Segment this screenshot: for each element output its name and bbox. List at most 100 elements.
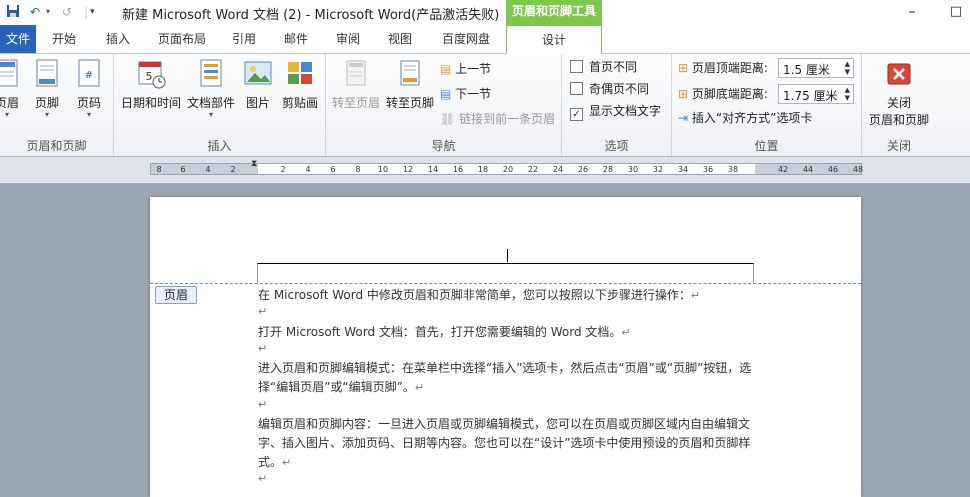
tab-design[interactable]: 设计 — [506, 25, 602, 54]
ruler-tick-label: 4 — [305, 165, 311, 174]
indent-marker-icon[interactable]: ⧗ — [251, 159, 257, 169]
save-icon[interactable] — [6, 4, 20, 20]
goto-footer-button[interactable]: 转至页脚 — [384, 58, 436, 111]
tab-home[interactable]: 开始 — [44, 25, 84, 53]
header-from-top-spinner[interactable]: 1.5 厘米 ▲ ▼ — [778, 58, 854, 78]
tab-file[interactable]: 文件 — [0, 25, 36, 53]
paragraph-2[interactable]: 打开 Microsoft Word 文档：首先，打开您需要编辑的 Word 文档… — [258, 323, 763, 342]
ruler-tick-label: 36 — [702, 165, 714, 174]
show-document-text-checkbox[interactable]: ✓ 显示文档文字 — [570, 102, 661, 121]
tab-baidu-netdisk[interactable]: 百度网盘 — [434, 25, 498, 53]
link-to-previous-button[interactable]: ⛓ 链接到前一条页眉 — [440, 110, 555, 128]
previous-section-button[interactable]: ▤ 上一节 — [440, 60, 491, 78]
ruler-tick-label: 6 — [180, 165, 186, 174]
page-number-button[interactable]: # 页码 ▾ — [74, 58, 104, 119]
header-icon — [0, 58, 22, 90]
group-label: 位置 — [754, 139, 779, 153]
ruler-tick-label: 34 — [677, 165, 689, 174]
header-button[interactable]: 页眉 ▾ — [0, 58, 22, 119]
calendar-clock-icon: 5 — [136, 58, 166, 90]
ruler-tick-label: 44 — [802, 165, 814, 174]
group-position: ⊞ 页眉顶端距离: 1.5 厘米 ▲ ▼ ⊞ 页脚底端距离: 1.75 厘米 ▲… — [672, 54, 862, 156]
insert-alignment-tab-button[interactable]: ⇥ 插入“对齐方式”选项卡 — [678, 109, 812, 127]
undo-icon[interactable]: ↶ — [30, 4, 40, 20]
title-bar: ↶ ▾ ↺ | ▾ 新建 Microsoft Word 文档 (2) - Mic… — [0, 0, 970, 25]
spin-up-icon[interactable]: ▲ — [845, 86, 850, 94]
customize-qat-icon[interactable]: ▾ — [90, 4, 95, 20]
ruler-tick-label: 22 — [527, 165, 539, 174]
different-odd-even-checkbox[interactable]: 奇偶页不同 — [570, 80, 649, 98]
redo-icon[interactable]: ↺ — [62, 4, 72, 20]
window-title: 新建 Microsoft Word 文档 (2) - Microsoft Wor… — [122, 8, 500, 23]
checkbox-unchecked-icon — [570, 60, 583, 73]
tab-view[interactable]: 视图 — [382, 25, 418, 53]
spin-down-icon[interactable]: ▼ — [845, 68, 850, 76]
tab-references[interactable]: 引用 — [226, 25, 262, 53]
different-first-page-checkbox[interactable]: 首页不同 — [570, 58, 637, 76]
link-icon: ⛓ — [440, 112, 456, 126]
paragraph-1[interactable]: 在 Microsoft Word 中修改页眉和页脚非常简单，您可以按照以下步骤进… — [258, 286, 763, 305]
separator: | — [84, 5, 89, 19]
paragraph-3[interactable]: 进入页眉和页脚编辑模式：在菜单栏中选择“插入”选项卡，然后点击“页眉”或“页脚”… — [258, 359, 763, 397]
ribbon: 页眉 ▾ 页脚 ▾ # 页码 ▾ 页眉和页脚 5 日期和时间 文档部件 ▾ 图片… — [0, 54, 970, 157]
tab-page-layout[interactable]: 页面布局 — [150, 25, 214, 53]
next-section-icon: ▤ — [440, 87, 452, 101]
picture-button[interactable]: 图片 — [240, 58, 276, 111]
spin-up-icon[interactable]: ▲ — [845, 60, 850, 68]
footer-button[interactable]: 页脚 ▾ — [32, 58, 62, 119]
ruler-tick-label: 4 — [205, 165, 211, 174]
quick-parts-icon — [196, 58, 226, 90]
minimize-button[interactable]: – — [898, 2, 926, 22]
ruler-tick-label: 2 — [280, 165, 286, 174]
ruler-tick-label: 24 — [552, 165, 564, 174]
checkbox-unchecked-icon — [570, 82, 583, 95]
picture-icon — [243, 58, 273, 90]
clip-art-button[interactable]: 剪贴画 — [280, 58, 320, 111]
goto-header-icon — [341, 58, 371, 90]
footer-from-bottom-spinner[interactable]: 1.75 厘米 ▲ ▼ — [778, 84, 854, 104]
chevron-down-icon: ▾ — [44, 110, 49, 119]
chevron-down-icon: ▾ — [208, 110, 213, 119]
empty-paragraph[interactable]: ↵ — [258, 305, 267, 318]
chevron-down-icon: ▾ — [86, 110, 91, 119]
ruler-tick-label: 30 — [627, 165, 639, 174]
quick-parts-button[interactable]: 文档部件 ▾ — [186, 58, 236, 119]
header-position-icon: ⊞ — [678, 61, 689, 75]
paragraph-4[interactable]: 编辑页眉和页脚内容：一旦进入页眉或页脚编辑模式，您可以在页眉或页脚区域内自由编辑… — [258, 415, 763, 472]
goto-header-button[interactable]: 转至页眉 — [330, 58, 382, 111]
clip-art-icon — [285, 58, 315, 90]
maximize-button[interactable]: □ — [942, 2, 970, 22]
ruler-tick-label: 48 — [852, 165, 864, 174]
empty-paragraph[interactable]: ↵ — [258, 398, 267, 411]
tab-review[interactable]: 审阅 — [330, 25, 366, 53]
alignment-tab-icon: ⇥ — [678, 111, 689, 125]
ruler-tick-label: 38 — [727, 165, 739, 174]
group-label: 关闭 — [886, 139, 911, 153]
next-section-button[interactable]: ▤ 下一节 — [440, 85, 491, 103]
ruler-tick-label: 46 — [827, 165, 839, 174]
ruler-tick-label: 20 — [502, 165, 514, 174]
group-close: 关闭 页眉和页脚 关闭 — [862, 54, 936, 156]
tab-insert[interactable]: 插入 — [98, 25, 138, 53]
header-region[interactable] — [257, 263, 754, 283]
empty-paragraph[interactable]: ↵ — [258, 472, 267, 485]
empty-paragraph[interactable]: ↵ — [258, 342, 267, 355]
ruler-tick-label: 8 — [156, 165, 162, 174]
ruler-tick-label: 6 — [330, 165, 336, 174]
spin-down-icon[interactable]: ▼ — [845, 94, 850, 102]
ribbon-tabs: 文件 开始 插入 页面布局 引用 邮件 审阅 视图 百度网盘 设计 — [0, 25, 970, 54]
date-time-button[interactable]: 5 日期和时间 — [120, 58, 182, 111]
chevron-down-icon: ▾ — [4, 110, 9, 119]
footer-from-bottom-label: ⊞ 页脚底端距离: — [678, 87, 768, 101]
ruler-tick-label: 32 — [652, 165, 664, 174]
undo-dropdown-icon[interactable]: ▾ — [46, 4, 50, 20]
group-label: 插入 — [207, 139, 232, 153]
group-options: 首页不同 奇偶页不同 ✓ 显示文档文字 选项 — [562, 54, 672, 156]
group-header-footer: 页眉 ▾ 页脚 ▾ # 页码 ▾ 页眉和页脚 — [0, 54, 114, 156]
close-header-footer-button[interactable]: 关闭 页眉和页脚 — [864, 58, 934, 128]
header-boundary-line — [150, 283, 861, 284]
footer-position-icon: ⊞ — [678, 87, 689, 101]
ruler-tick-label: 42 — [777, 165, 789, 174]
ruler-tick-label: 10 — [377, 165, 389, 174]
tab-mailings[interactable]: 邮件 — [278, 25, 314, 53]
